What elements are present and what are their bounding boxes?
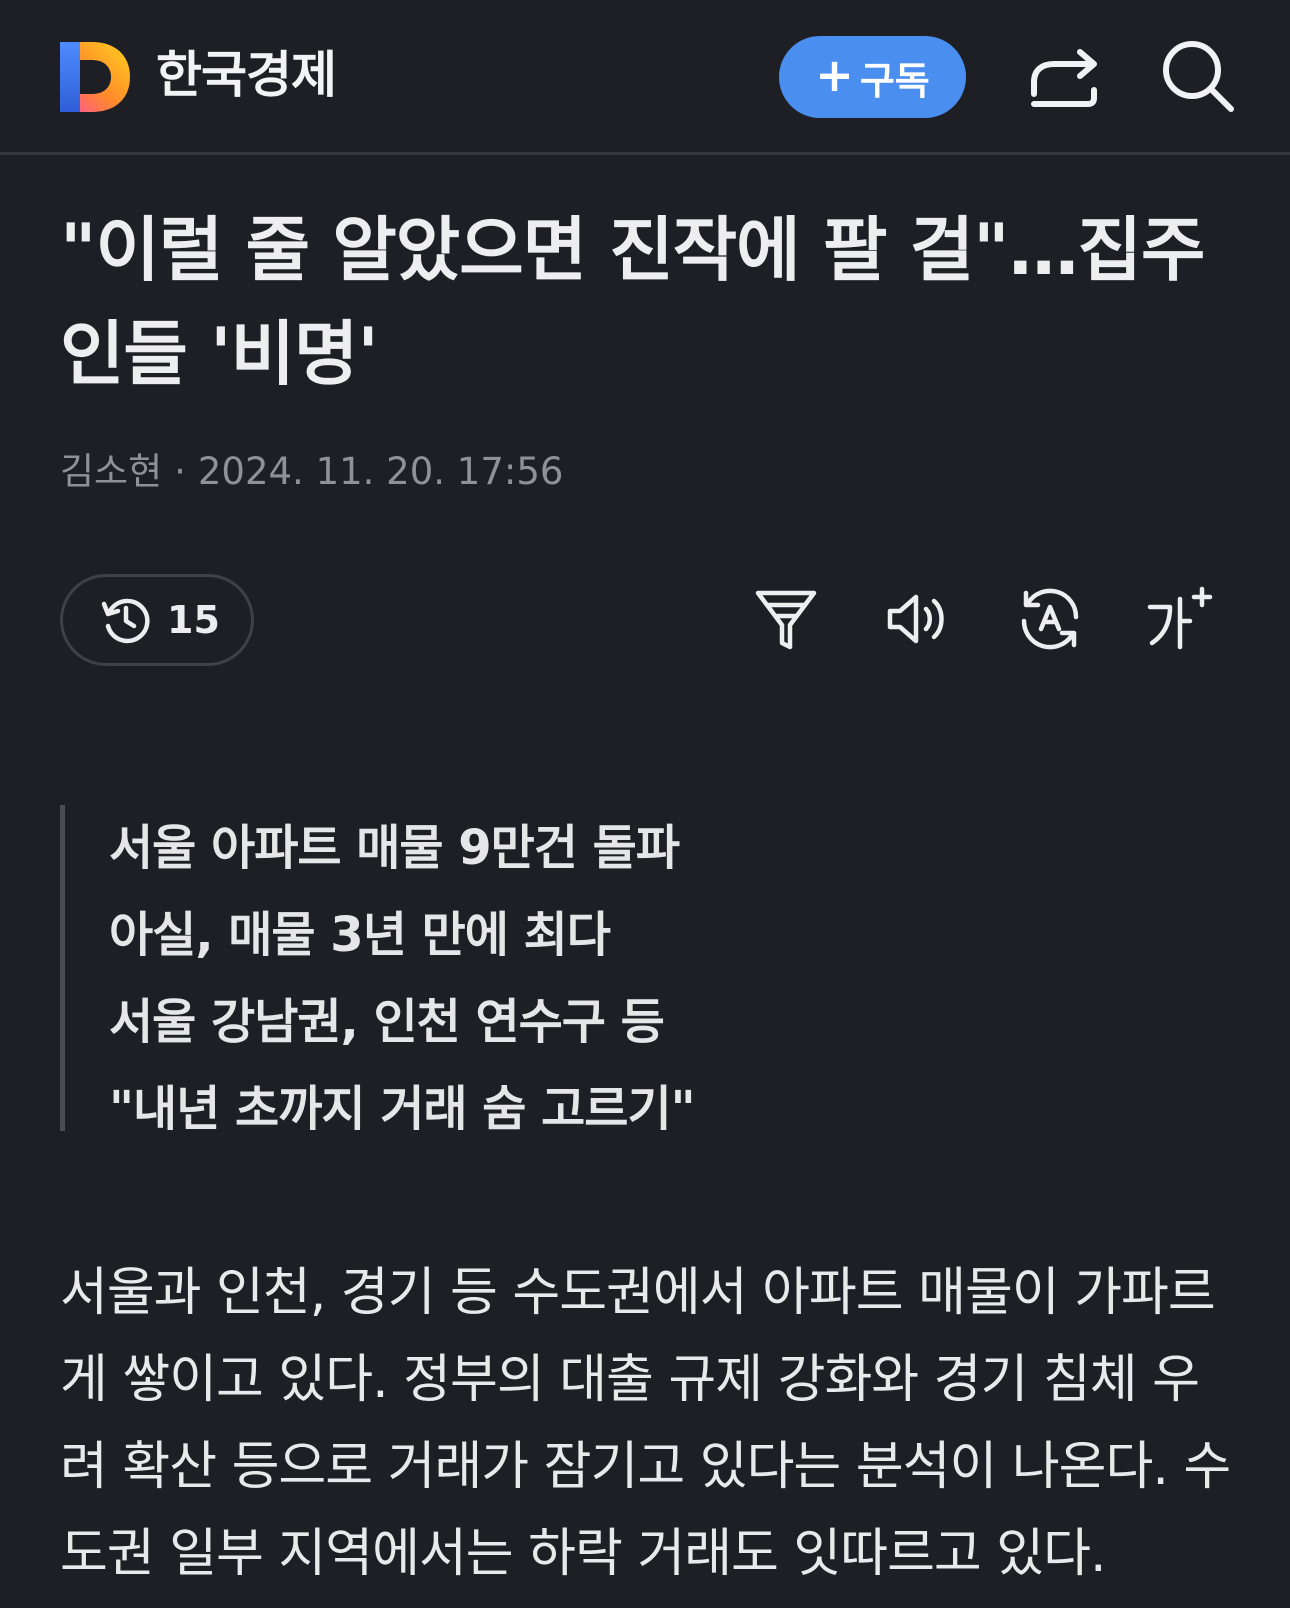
history-clock-icon (101, 598, 150, 644)
author-name[interactable]: 김소현 (60, 450, 162, 493)
reading-history-button[interactable]: 15 (60, 574, 254, 666)
article-summary: 서울 아파트 매물 9만건 돌파 아실, 매물 3년 만에 최다 서울 강남권,… (60, 805, 1160, 1137)
summary-line: "내년 초까지 거래 숨 고르기" (109, 1081, 696, 1137)
daum-logo[interactable] (60, 42, 130, 112)
article-body-paragraph: 서울과 인천, 경기 등 수도권에서 아파트 매물이 가파르게 쌓이고 있다. … (60, 1263, 1231, 1584)
search-icon[interactable] (1160, 38, 1236, 114)
translate-icon[interactable] (1016, 585, 1084, 653)
meta-separator: · (174, 450, 186, 493)
publish-datetime: 2024. 11. 20. 17:56 (197, 450, 564, 493)
press-name[interactable]: 한국경제 (156, 44, 337, 106)
article-meta: 김소현 · 2024. 11. 20. 17:56 (60, 447, 563, 497)
share-icon[interactable] (1028, 42, 1102, 114)
subscribe-label: 구독 (859, 58, 930, 103)
read-count: 15 (167, 598, 220, 642)
plus-icon: + (815, 48, 854, 102)
summary-line: 서울 아파트 매물 9만건 돌파 (109, 820, 680, 876)
summary-line: 아실, 매물 3년 만에 최다 (109, 907, 611, 963)
top-bar: 한국경제 + 구독 (0, 0, 1290, 155)
article-title: "이럴 줄 알았으면 진작에 팔 걸"…집주인들 '비명' (60, 209, 1205, 395)
summary-line: 서울 강남권, 인천 연수구 등 (109, 994, 665, 1050)
font-size-icon[interactable] (1146, 585, 1214, 653)
speaker-icon[interactable] (884, 585, 952, 653)
subscribe-button[interactable]: + 구독 (779, 36, 966, 118)
filter-icon[interactable] (752, 585, 820, 653)
